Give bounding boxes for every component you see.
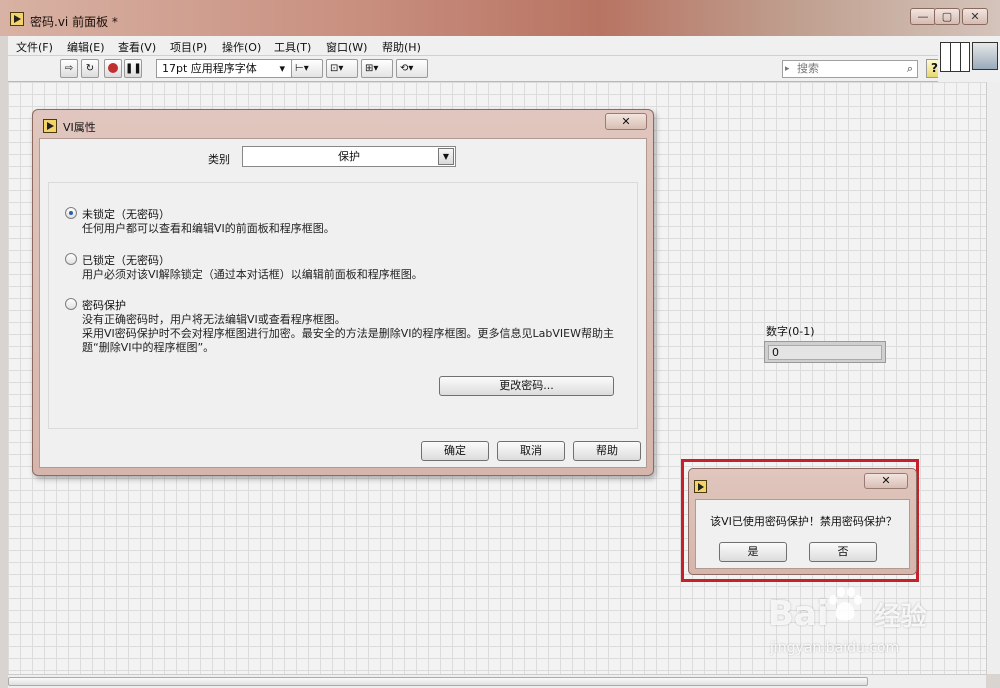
window-titlebar[interactable]: 密码.vi 前面板 * — ▢ ✕ — [0, 0, 1000, 36]
option-password-desc-2: 采用VI密码保护时不会对程序框图进行加密。最安全的方法是删除VI的程序框图。更多… — [82, 327, 614, 340]
category-select[interactable]: 保护 ▼ — [242, 146, 456, 167]
confirm-close-button[interactable]: ✕ — [864, 473, 908, 489]
font-selector[interactable]: 17pt 应用程序字体 ▾ — [156, 59, 292, 78]
option-unlocked-desc: 任何用户都可以查看和编辑VI的前面板和程序框图。 — [82, 222, 335, 235]
yes-button[interactable]: 是 — [719, 542, 787, 562]
connector-pane-icon[interactable] — [940, 42, 970, 72]
watermark-url: jingyan.baidu.com — [770, 640, 900, 656]
menu-tools[interactable]: 工具(T) — [274, 39, 311, 55]
run-continuously-icon[interactable]: ↻ — [81, 59, 99, 78]
confirm-body: 该VI已使用密码保护！禁用密码保护？ 是 否 — [695, 499, 910, 569]
dialog-body: 类别 保护 ▼ 未锁定（无密码） 任何用户都可以查看和编辑VI的前面板和程序框图… — [39, 138, 647, 468]
category-label: 类别 — [208, 153, 230, 166]
menu-bar: 文件(F) 编辑(E) 查看(V) 项目(P) 操作(O) 工具(T) 窗口(W… — [8, 36, 938, 56]
arrow-right-icon: ▸ — [785, 64, 790, 74]
option-password-desc-1: 没有正确密码时，用户将无法编辑VI或查看程序框图。 — [82, 313, 346, 326]
dialog-title: VI属性 — [63, 121, 96, 134]
window-title: 密码.vi 前面板 * — [30, 15, 118, 29]
change-password-button[interactable]: 更改密码... — [439, 376, 614, 396]
option-locked-desc: 用户必须对该VI解除锁定（通过本对话框）以编辑前面板和程序框图。 — [82, 268, 423, 281]
confirm-dialog: ✕ 该VI已使用密码保护！禁用密码保护？ 是 否 — [688, 468, 917, 575]
horizontal-scroll-thumb[interactable] — [8, 677, 868, 686]
distribute-objects-icon[interactable]: ⊡▾ — [326, 59, 358, 78]
menu-window[interactable]: 窗口(W) — [326, 39, 367, 55]
menu-view[interactable]: 查看(V) — [118, 39, 156, 55]
abort-icon[interactable] — [104, 59, 122, 78]
vi-properties-dialog: VI属性 ✕ 类别 保护 ▼ 未锁定（无密码） 任何用户都可以查看和编辑VI的前… — [32, 109, 654, 476]
menu-help[interactable]: 帮助(H) — [382, 39, 421, 55]
reorder-icon[interactable]: ⟲▾ — [396, 59, 428, 78]
search-placeholder: 搜索 — [797, 62, 819, 75]
resize-objects-icon[interactable]: ⊞▾ — [361, 59, 393, 78]
search-input[interactable]: ▸ 搜索 ⌕ — [782, 60, 918, 78]
watermark-brand-cn: 经验 — [874, 602, 927, 632]
help-button[interactable]: 帮助 — [573, 441, 641, 461]
dialog-close-button[interactable]: ✕ — [605, 113, 647, 130]
radio-unlocked[interactable] — [65, 207, 77, 219]
pause-icon[interactable]: ❚❚ — [124, 59, 142, 78]
paw-icon — [829, 587, 862, 621]
no-button[interactable]: 否 — [809, 542, 877, 562]
toolbar: ⇨ ↻ ❚❚ 17pt 应用程序字体 ▾ ⊢▾ ⊡▾ ⊞▾ ⟲▾ ▸ 搜索 ⌕ ? — [8, 56, 943, 82]
numeric-control[interactable]: 0 — [764, 341, 886, 363]
radio-locked[interactable] — [65, 253, 77, 265]
vi-icon[interactable] — [972, 42, 998, 70]
numeric-value[interactable]: 0 — [768, 345, 882, 360]
font-selector-value: 17pt 应用程序字体 — [162, 62, 257, 75]
menu-operate[interactable]: 操作(O) — [222, 39, 261, 55]
option-password-title[interactable]: 密码保护 — [82, 297, 126, 313]
category-value: 保护 — [338, 150, 360, 163]
menu-edit[interactable]: 编辑(E) — [67, 39, 105, 55]
option-unlocked-title[interactable]: 未锁定（无密码） — [82, 206, 170, 222]
labview-vi-icon — [43, 119, 57, 133]
chevron-down-icon[interactable]: ▼ — [438, 148, 454, 165]
radio-password[interactable] — [65, 298, 77, 310]
cancel-button[interactable]: 取消 — [497, 441, 565, 461]
vertical-scrollbar[interactable] — [986, 82, 1000, 674]
align-objects-icon[interactable]: ⊢▾ — [291, 59, 323, 78]
option-password-desc-3: 题“删除VI中的程序框图”。 — [82, 341, 215, 354]
option-locked-title[interactable]: 已锁定（无密码） — [82, 252, 170, 268]
restore-button[interactable]: ▢ — [934, 8, 960, 25]
confirm-message: 该VI已使用密码保护！禁用密码保护？ — [710, 515, 897, 528]
protection-options: 未锁定（无密码） 任何用户都可以查看和编辑VI的前面板和程序框图。 已锁定（无密… — [48, 182, 638, 429]
baidu-jingyan-watermark: Bai 经验 jingyan.baidu.com — [768, 584, 988, 674]
chevron-down-icon: ▾ — [279, 62, 285, 75]
menu-file[interactable]: 文件(F) — [16, 39, 53, 55]
run-arrow-icon[interactable]: ⇨ — [60, 59, 78, 78]
numeric-label: 数字(0-1) — [766, 325, 815, 338]
connector-pane — [938, 36, 1000, 82]
horizontal-scrollbar[interactable] — [8, 674, 986, 688]
watermark-brand-latin: Bai — [768, 594, 829, 634]
close-button[interactable]: ✕ — [962, 8, 988, 25]
labview-vi-icon — [694, 480, 707, 493]
minimize-button[interactable]: — — [910, 8, 936, 25]
ok-button[interactable]: 确定 — [421, 441, 489, 461]
menu-project[interactable]: 项目(P) — [170, 39, 207, 55]
labview-vi-icon — [10, 12, 24, 26]
search-icon: ⌕ — [906, 62, 913, 75]
